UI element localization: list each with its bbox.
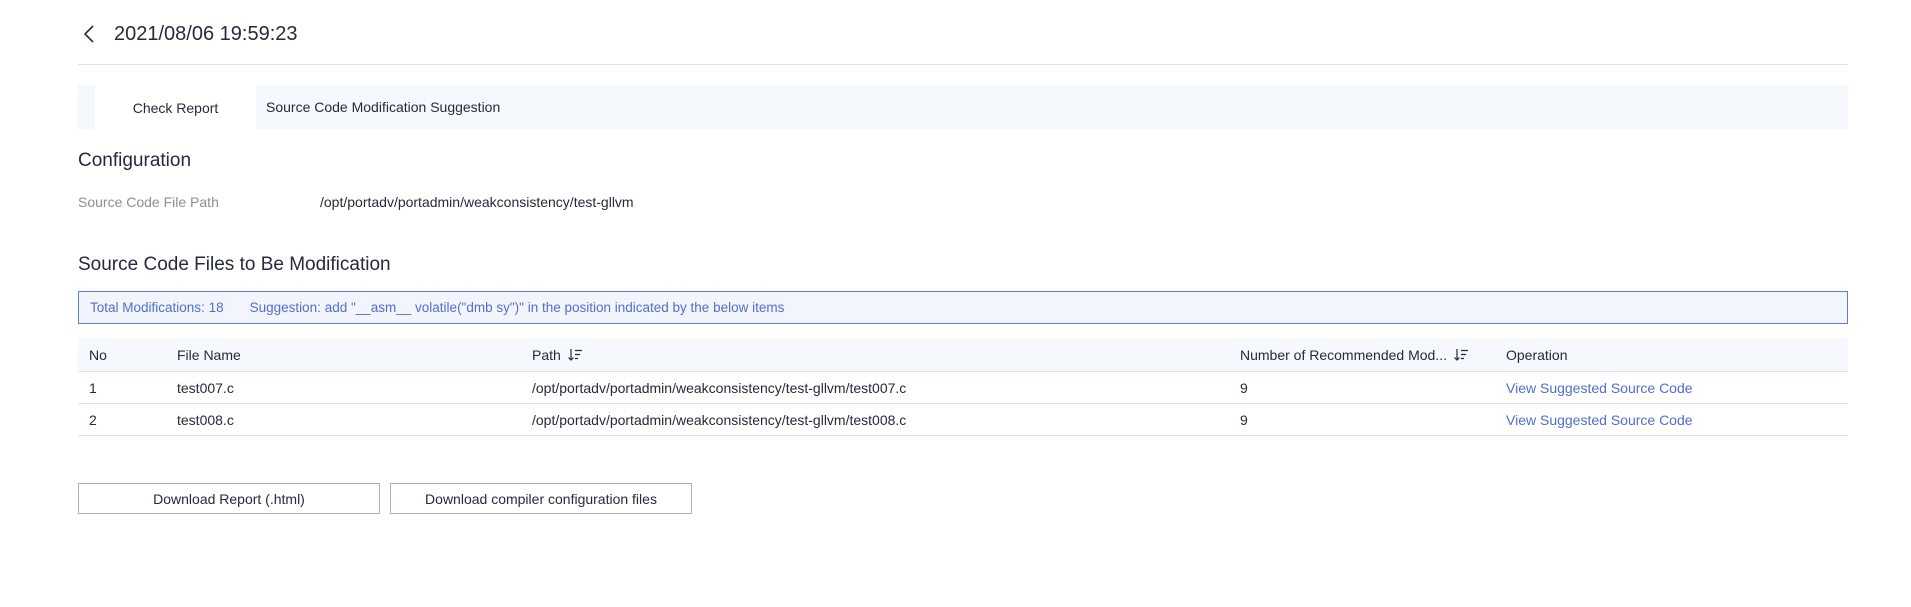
chevron-left-icon[interactable] (78, 23, 100, 45)
row-no: 1 (89, 379, 97, 396)
modification-files-table: No File Name Path Number of Recommended … (78, 338, 1848, 436)
sort-icon[interactable] (1454, 348, 1469, 361)
tab-check-report[interactable]: Check Report (95, 85, 256, 129)
row-path: /opt/portadv/portadmin/weakconsistency/t… (532, 379, 907, 396)
page-header: 2021/08/06 19:59:23 (78, 12, 1848, 65)
page-title: 2021/08/06 19:59:23 (114, 22, 298, 45)
row-recommended-count: 9 (1240, 379, 1248, 396)
download-report-button[interactable]: Download Report (.html) (78, 483, 380, 514)
total-modifications-value: 18 (208, 300, 224, 315)
source-path-value: /opt/portadv/portadmin/weakconsistency/t… (320, 194, 634, 210)
check-report-page: 2021/08/06 19:59:23 Check Report Source … (0, 0, 1911, 607)
column-header-path[interactable]: Path (521, 347, 1229, 363)
configuration-title: Configuration (78, 150, 192, 171)
row-path: /opt/portadv/portadmin/weakconsistency/t… (532, 411, 907, 428)
modification-summary-bar: Total Modifications: 18 Suggestion: add … (78, 291, 1848, 324)
view-suggested-source-link[interactable]: View Suggested Source Code (1506, 380, 1693, 396)
table-row: 1 test007.c /opt/portadv/portadmin/weakc… (78, 372, 1848, 404)
files-section-title: Source Code Files to Be Modification (78, 254, 391, 275)
row-no: 2 (89, 411, 97, 428)
column-header-recommended-count-label: Number of Recommended Mod... (1240, 346, 1447, 363)
column-header-recommended-count[interactable]: Number of Recommended Mod... (1229, 347, 1495, 363)
source-path-label: Source Code File Path (78, 194, 219, 210)
row-file-name: test007.c (177, 379, 234, 396)
row-file-name: test008.c (177, 411, 234, 428)
tab-source-code-modification-suggestion[interactable]: Source Code Modification Suggestion (256, 85, 510, 129)
download-compiler-config-button[interactable]: Download compiler configuration files (390, 483, 692, 514)
column-header-operation: Operation (1506, 346, 1568, 363)
suggestion: Suggestion: add "__asm__ volatile("dmb s… (249, 300, 785, 315)
source-path-row: Source Code File Path /opt/portadv/porta… (78, 194, 634, 210)
sort-icon[interactable] (567, 348, 583, 361)
report-tabs: Check Report Source Code Modification Su… (78, 85, 1848, 129)
column-header-path-label: Path (532, 346, 561, 363)
column-header-file-name: File Name (177, 346, 241, 363)
suggestion-text: add "__asm__ volatile("dmb sy")" in the … (324, 300, 785, 315)
table-row: 2 test008.c /opt/portadv/portadmin/weakc… (78, 404, 1848, 436)
row-recommended-count: 9 (1240, 411, 1248, 428)
view-suggested-source-link[interactable]: View Suggested Source Code (1506, 412, 1693, 428)
column-header-no: No (89, 346, 107, 363)
total-modifications: Total Modifications: 18 (90, 300, 224, 315)
table-header: No File Name Path Number of Recommended … (78, 338, 1848, 372)
